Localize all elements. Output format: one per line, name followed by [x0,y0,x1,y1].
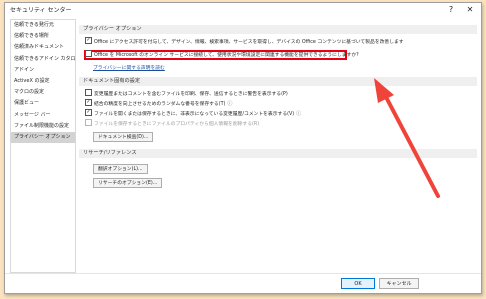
sidebar-item-activex[interactable]: ActiveX の設定 [11,76,75,87]
doc-section-header: ドキュメント固有の設定 [79,77,477,86]
doc-option-3-label: ファイルを開くまたは保存するときに、非表示になっている変更履歴/コメントを表示す… [94,112,295,117]
checkbox-unchecked-icon[interactable] [85,89,92,96]
ok-button[interactable]: OK [341,278,375,289]
research-section-header: リサーチ/リファレンス [79,149,477,158]
close-icon[interactable]: ✕ [462,3,478,17]
doc-option-4-label: ファイルを保存するときにファイルのプロパティから個人情報を削除する(R) [94,122,260,127]
doc-option-2-label: 結合の精度を向上させるためのランダムな番号を保存する(T) [94,102,226,107]
doc-option-1[interactable]: 変更履歴またはコメントを含むファイルを印刷、保存、送信するときに警告を表示する(… [85,89,288,98]
send-data-label: Office にアクセス許可を付与して、デザイン、情報、検索事項、サービスを取得… [94,40,404,45]
main-content: プライバシー オプション ✓ Office にアクセス許可を付与して、デザイン、情… [79,19,477,271]
sidebar-item-message-bar[interactable]: メッセージ バー [11,110,75,121]
privacy-statement-link[interactable]: プライバシーに関する声明を読む [93,64,165,71]
help-icon[interactable]: ? [443,3,459,17]
cancel-button[interactable]: キャンセル [379,278,419,289]
checkbox-checked-icon[interactable]: ✓ [85,37,92,44]
sidebar-item-trusted-locations[interactable]: 信頼できる場所 [11,31,75,42]
footer-divider [5,273,481,274]
doc-option-1-label: 変更履歴またはコメントを含むファイルを印刷、保存、送信するときに警告を表示する(… [94,92,288,97]
sidebar-item-privacy-options[interactable]: プライバシー オプション [11,131,75,144]
checkbox-checked-icon[interactable]: ✓ [85,109,92,116]
send-data-option[interactable]: ✓ Office にアクセス許可を付与して、デザイン、情報、検索事項、サービスを取… [85,37,404,46]
doc-option-2[interactable]: ✓ 結合の精度を向上させるためのランダムな番号を保存する(T) ⓘ [85,99,233,108]
window-title: セキュリティ センター [10,7,72,14]
sidebar-item-macro[interactable]: マクロの設定 [11,87,75,98]
document-inspector-button[interactable]: ドキュメント検査(D)... [93,132,154,142]
sidebar-item-trusted-addin-catalogs[interactable]: 信頼できるアドイン カタログ [11,54,75,65]
translation-options-button[interactable]: 翻訳オプション(L)... [93,164,148,174]
sidebar-item-file-block[interactable]: ファイル制限機能の設定 [11,121,75,132]
doc-option-3[interactable]: ✓ ファイルを開くまたは保存するときに、非表示になっている変更履歴/コメントを表示… [85,109,302,118]
online-check-label: Office を Microsoft のオンライン サービスに接続して、使用状況… [94,53,359,58]
sidebar-item-protected-view[interactable]: 保護ビュー [11,98,75,109]
title-bar: セキュリティ センター ? ✕ [5,3,481,17]
checkbox-unchecked-icon[interactable] [85,50,92,57]
info-icon: ⓘ [296,111,302,117]
doc-option-4[interactable]: ファイルを保存するときにファイルのプロパティから個人情報を削除する(R) [85,119,260,128]
sidebar-item-addins[interactable]: アドイン [11,65,75,76]
privacy-section-header: プライバシー オプション [79,25,477,34]
research-options-button[interactable]: リサーチのオプション(E)... [93,178,163,188]
sidebar-item-trusted-publishers[interactable]: 信頼できる発行元 [11,20,75,31]
sidebar: 信頼できる発行元 信頼できる場所 信頼済みドキュメント 信頼できるアドイン カタ… [10,19,76,273]
online-check-option[interactable]: Office を Microsoft のオンライン サービスに接続して、使用状況… [85,50,359,59]
checkbox-disabled-icon[interactable] [85,119,92,126]
sidebar-item-trusted-documents[interactable]: 信頼済みドキュメント [11,42,75,53]
info-icon: ⓘ [227,101,233,107]
trust-center-dialog: セキュリティ センター ? ✕ 信頼できる発行元 信頼できる場所 信頼済みドキュ… [4,2,482,294]
checkbox-checked-icon[interactable]: ✓ [85,99,92,106]
